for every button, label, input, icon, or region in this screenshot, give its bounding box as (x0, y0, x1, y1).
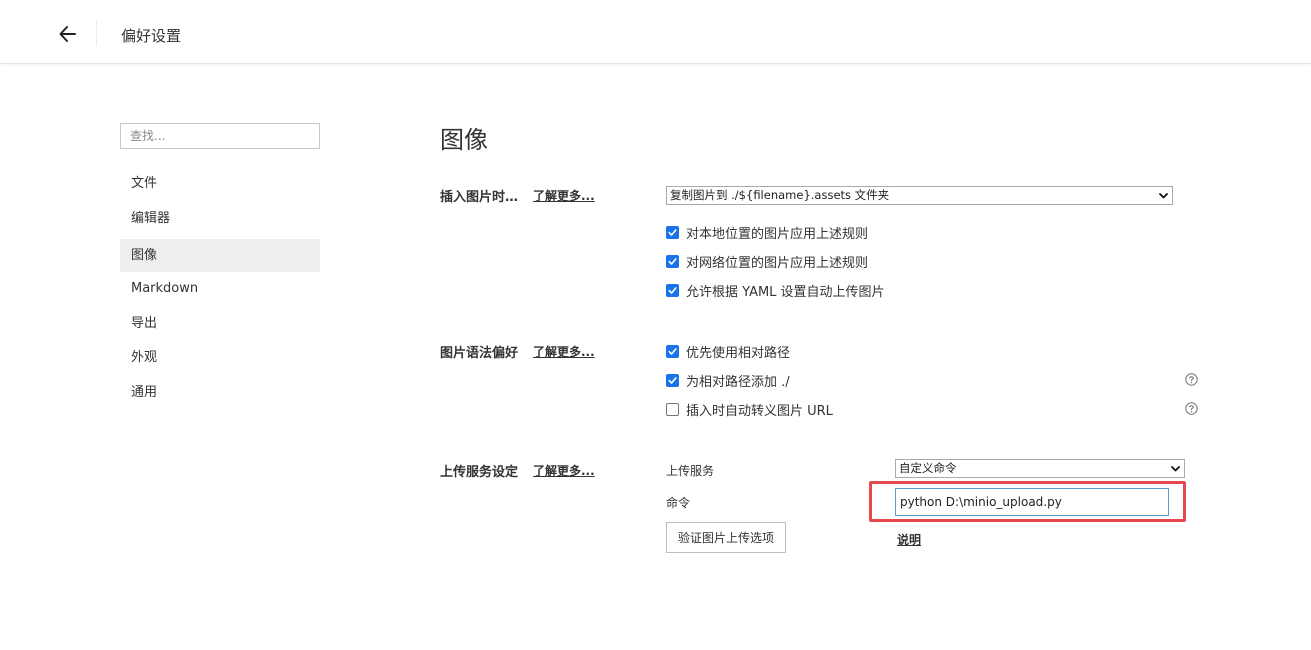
local-images-label: 对本地位置的图片应用上述规则 (686, 226, 869, 242)
check-icon (668, 347, 677, 355)
check-icon (668, 286, 677, 294)
check-icon (668, 376, 677, 384)
sidebar-item-markdown[interactable]: Markdown (120, 272, 320, 305)
settings-search-input[interactable] (120, 123, 320, 149)
upload-service-select[interactable]: 自定义命令 (895, 459, 1185, 478)
help-icon[interactable] (1185, 402, 1198, 415)
syntax-section-label: 图片语法偏好 (440, 346, 519, 361)
relative-path-checkbox[interactable] (666, 344, 679, 358)
command-doc-link[interactable]: 说明 (897, 531, 921, 548)
sidebar-item-editor[interactable]: 编辑器 (120, 202, 320, 235)
verify-upload-button[interactable]: 验证图片上传选项 (666, 522, 786, 553)
sidebar-item-file[interactable]: 文件 (120, 167, 320, 200)
arrow-left-icon (59, 26, 76, 42)
escape-url-label: 插入时自动转义图片 URL (686, 403, 833, 419)
option-network-images: 对网络位置的图片应用上述规则 (666, 253, 869, 271)
insert-image-rule-value: 复制图片到 ./${filename}.assets 文件夹 (670, 188, 890, 202)
escape-url-checkbox[interactable] (666, 402, 679, 416)
command-label: 命令 (666, 496, 691, 510)
page-header-title: 偏好设置 (121, 27, 182, 45)
header-divider (96, 20, 97, 46)
local-images-checkbox[interactable] (666, 225, 679, 239)
network-images-label: 对网络位置的图片应用上述规则 (686, 255, 869, 271)
sidebar-item-label: 文件 (131, 176, 158, 191)
sidebar-item-appearance[interactable]: 外观 (120, 341, 320, 374)
check-icon (668, 228, 677, 236)
insert-image-rule-select[interactable]: 复制图片到 ./${filename}.assets 文件夹 (666, 186, 1173, 205)
option-local-images: 对本地位置的图片应用上述规则 (666, 224, 869, 242)
sidebar-item-label: 外观 (131, 350, 158, 365)
sidebar-item-export[interactable]: 导出 (120, 307, 320, 340)
upload-service-label: 上传服务 (666, 464, 715, 478)
yaml-upload-label: 允许根据 YAML 设置自动上传图片 (686, 284, 885, 300)
option-relative-path: 优先使用相对路径 (666, 343, 791, 361)
app-header: 偏好设置 (0, 0, 1311, 64)
sidebar-item-label: 编辑器 (131, 211, 171, 226)
chevron-down-icon (1171, 466, 1180, 472)
option-add-dot-slash: 为相对路径添加 ./ (666, 372, 790, 390)
chevron-down-icon (1159, 193, 1168, 199)
relative-path-label: 优先使用相对路径 (686, 345, 791, 361)
option-yaml-upload: 允许根据 YAML 设置自动上传图片 (666, 282, 885, 300)
yaml-upload-checkbox[interactable] (666, 283, 679, 297)
insert-learn-more-link[interactable]: 了解更多... (533, 187, 595, 204)
page-title: 图像 (440, 126, 488, 154)
upload-service-value: 自定义命令 (899, 461, 957, 475)
sidebar-item-label: 通用 (131, 385, 158, 400)
sidebar-item-label: Markdown (131, 281, 199, 296)
help-icon[interactable] (1185, 373, 1198, 386)
upload-section-label: 上传服务设定 (440, 465, 519, 480)
sidebar-item-image[interactable]: 图像 (120, 239, 320, 272)
sidebar-item-label: 导出 (131, 316, 158, 331)
command-input[interactable] (895, 488, 1169, 516)
add-dot-slash-checkbox[interactable] (666, 373, 679, 387)
check-icon (668, 257, 677, 265)
sidebar-item-general[interactable]: 通用 (120, 376, 320, 409)
network-images-checkbox[interactable] (666, 254, 679, 268)
syntax-learn-more-link[interactable]: 了解更多... (533, 343, 595, 360)
add-dot-slash-label: 为相对路径添加 ./ (686, 374, 790, 390)
sidebar-item-label: 图像 (131, 248, 158, 263)
option-escape-url: 插入时自动转义图片 URL (666, 401, 833, 419)
back-button[interactable] (54, 20, 82, 48)
upload-learn-more-link[interactable]: 了解更多... (533, 462, 595, 479)
insert-image-section-label: 插入图片时… (440, 190, 519, 205)
